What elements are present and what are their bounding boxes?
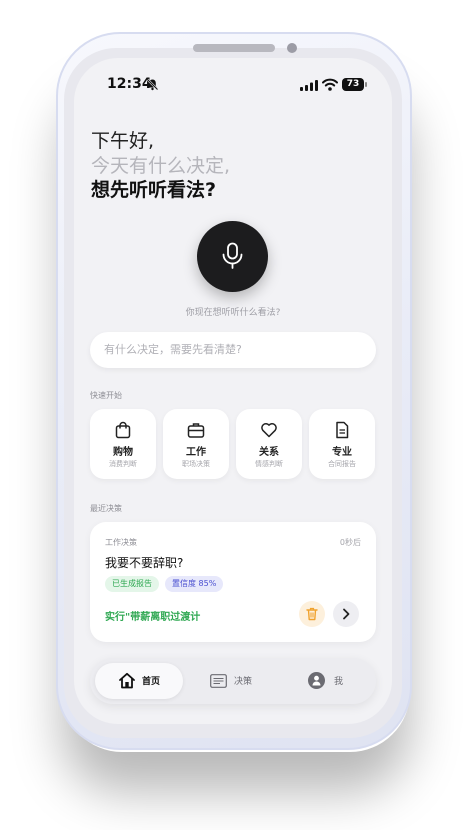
trash-icon xyxy=(306,607,318,621)
briefcase-icon xyxy=(187,423,205,438)
app-screen: 12:34 73 下午好, 今天有什么决定, 想先听听看法? 你现在想听听什么看… xyxy=(74,58,392,724)
decision-time: 0秒后 xyxy=(339,538,361,547)
chevron-right-icon xyxy=(343,608,350,620)
front-camera xyxy=(287,43,297,53)
home-icon xyxy=(119,672,135,689)
shopping-bag-icon xyxy=(115,421,131,439)
report-status-badge: 已生成报告 xyxy=(105,576,159,592)
decision-category: 工作决策 xyxy=(105,538,137,547)
wifi-icon xyxy=(322,78,338,91)
user-icon xyxy=(312,675,321,686)
tab-decisions[interactable]: 决策 xyxy=(210,668,270,694)
decision-recommendation: 实行"带薪离职过渡计 xyxy=(105,612,201,623)
quick-item-title: 专业 xyxy=(332,447,352,458)
quick-item-professional[interactable]: 专业 合同报告 xyxy=(309,409,375,479)
tab-me-label: 我 xyxy=(334,677,344,687)
battery-tip xyxy=(365,82,367,87)
quick-item-work[interactable]: 工作 职场决策 xyxy=(163,409,229,479)
decision-search-input[interactable]: 有什么决定，需要先看清楚? xyxy=(90,332,376,368)
quick-item-subtitle: 合同报告 xyxy=(328,460,356,468)
quick-item-relationship[interactable]: 关系 情感判断 xyxy=(236,409,302,479)
cellular-signal-icon xyxy=(300,80,318,91)
voice-hint: 你现在想听听什么看法? xyxy=(185,308,281,318)
status-bar: 12:34 73 xyxy=(74,74,392,96)
recent-decision-card[interactable]: 工作决策 0秒后 我要不要辞职? 已生成报告 置信度 85% 实行"带薪离职过渡… xyxy=(90,522,376,642)
bottom-tab-bar: 首页 决策 我 xyxy=(90,658,376,704)
quick-item-title: 购物 xyxy=(113,447,133,458)
quick-item-title: 关系 xyxy=(259,447,279,458)
heart-icon xyxy=(261,423,277,438)
decision-title: 我要不要辞职? xyxy=(105,556,184,570)
tab-home[interactable]: 首页 xyxy=(95,663,183,699)
confidence-badge: 置信度 85% xyxy=(165,576,224,592)
voice-input-button[interactable] xyxy=(197,221,268,292)
delete-button[interactable] xyxy=(299,601,325,627)
recent-decisions-label: 最近决策 xyxy=(90,504,122,513)
quick-item-shopping[interactable]: 购物 消费判断 xyxy=(90,409,156,479)
tab-home-label: 首页 xyxy=(142,677,161,687)
battery-indicator: 73 xyxy=(342,78,364,91)
status-time: 12:34 xyxy=(107,76,152,92)
list-icon xyxy=(210,674,227,688)
greeting-line-1: 下午好, xyxy=(91,130,155,152)
avatar xyxy=(308,672,325,689)
tab-me[interactable]: 我 xyxy=(308,668,358,694)
greeting-line-3: 想先听听看法? xyxy=(91,179,217,201)
speaker-grille xyxy=(193,44,275,52)
open-decision-button[interactable] xyxy=(333,601,359,627)
quick-item-title: 工作 xyxy=(186,447,206,458)
quick-item-subtitle: 消费判断 xyxy=(109,460,137,468)
quick-start-label: 快速开始 xyxy=(90,391,122,400)
microphone-icon xyxy=(222,242,243,269)
quick-item-subtitle: 情感判断 xyxy=(255,460,283,468)
greeting-line-2: 今天有什么决定, xyxy=(91,155,231,177)
bell-muted-icon xyxy=(146,78,159,91)
quick-item-subtitle: 职场决策 xyxy=(182,460,210,468)
document-icon xyxy=(336,421,349,439)
tab-decisions-label: 决策 xyxy=(234,677,253,687)
